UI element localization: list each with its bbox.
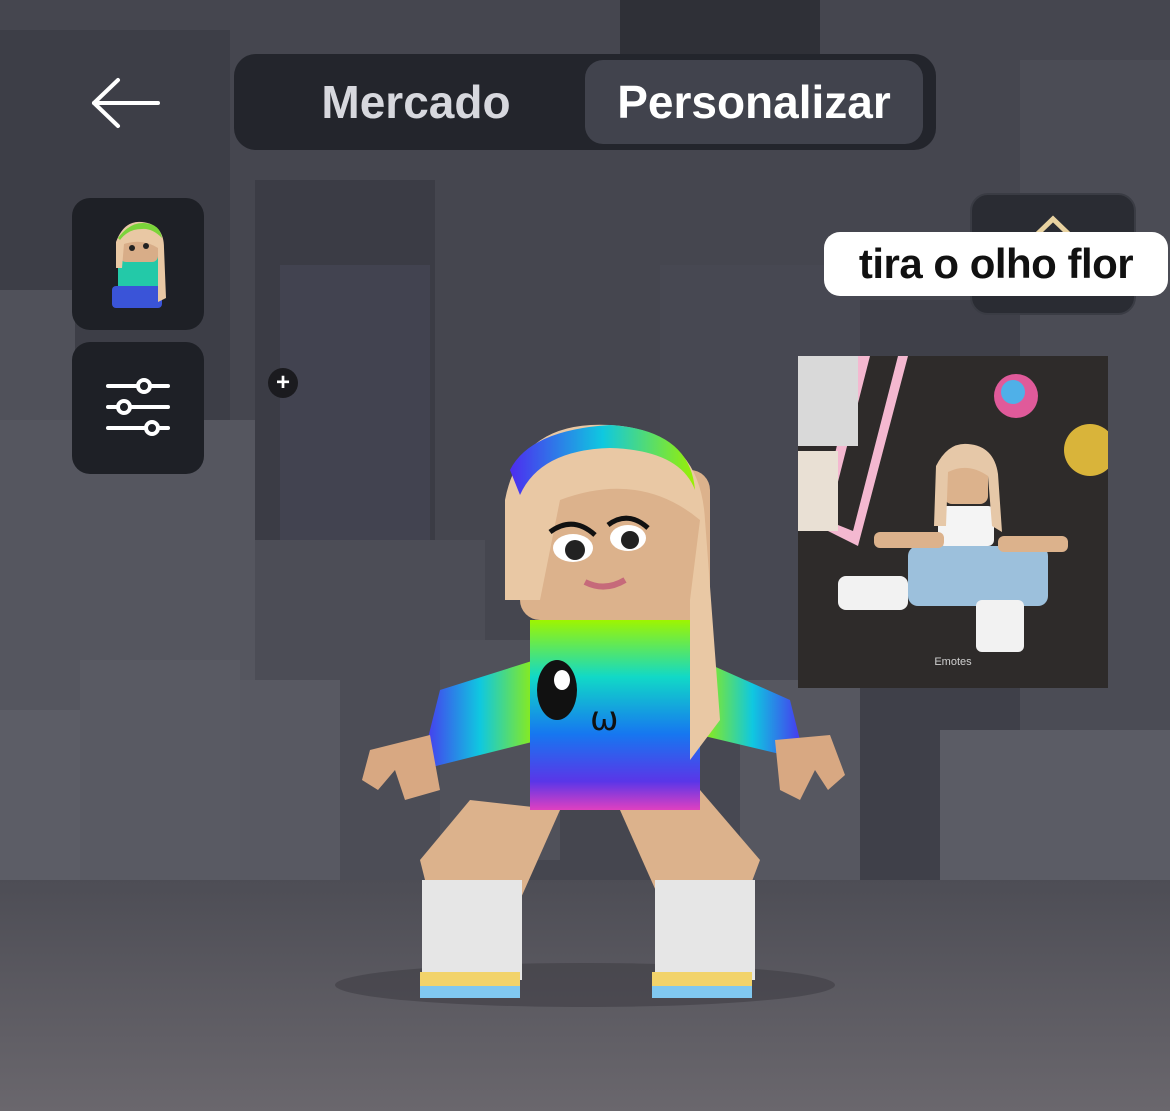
inset-emotes-label: Emotes [934,656,972,668]
caption-text: tira o olho flor [824,232,1168,296]
filters-button[interactable] [72,342,204,474]
svg-text:ω: ω [590,699,618,739]
sliders-icon [106,378,170,436]
inset-plus-icon: + [268,368,298,398]
tab-mercado[interactable]: Mercado [262,60,570,144]
back-button[interactable] [86,68,166,138]
avatar-thumbnail-icon [112,221,166,308]
tab-bar: Mercado Personalizar [234,54,936,150]
avatar-thumbnail-button[interactable] [72,198,204,330]
inset-emotes-screenshot: Emotes [798,356,1108,688]
tab-personalizar[interactable]: Personalizar [585,60,923,144]
inset-scene-image [798,356,1108,688]
arrow-left-icon [92,78,160,128]
